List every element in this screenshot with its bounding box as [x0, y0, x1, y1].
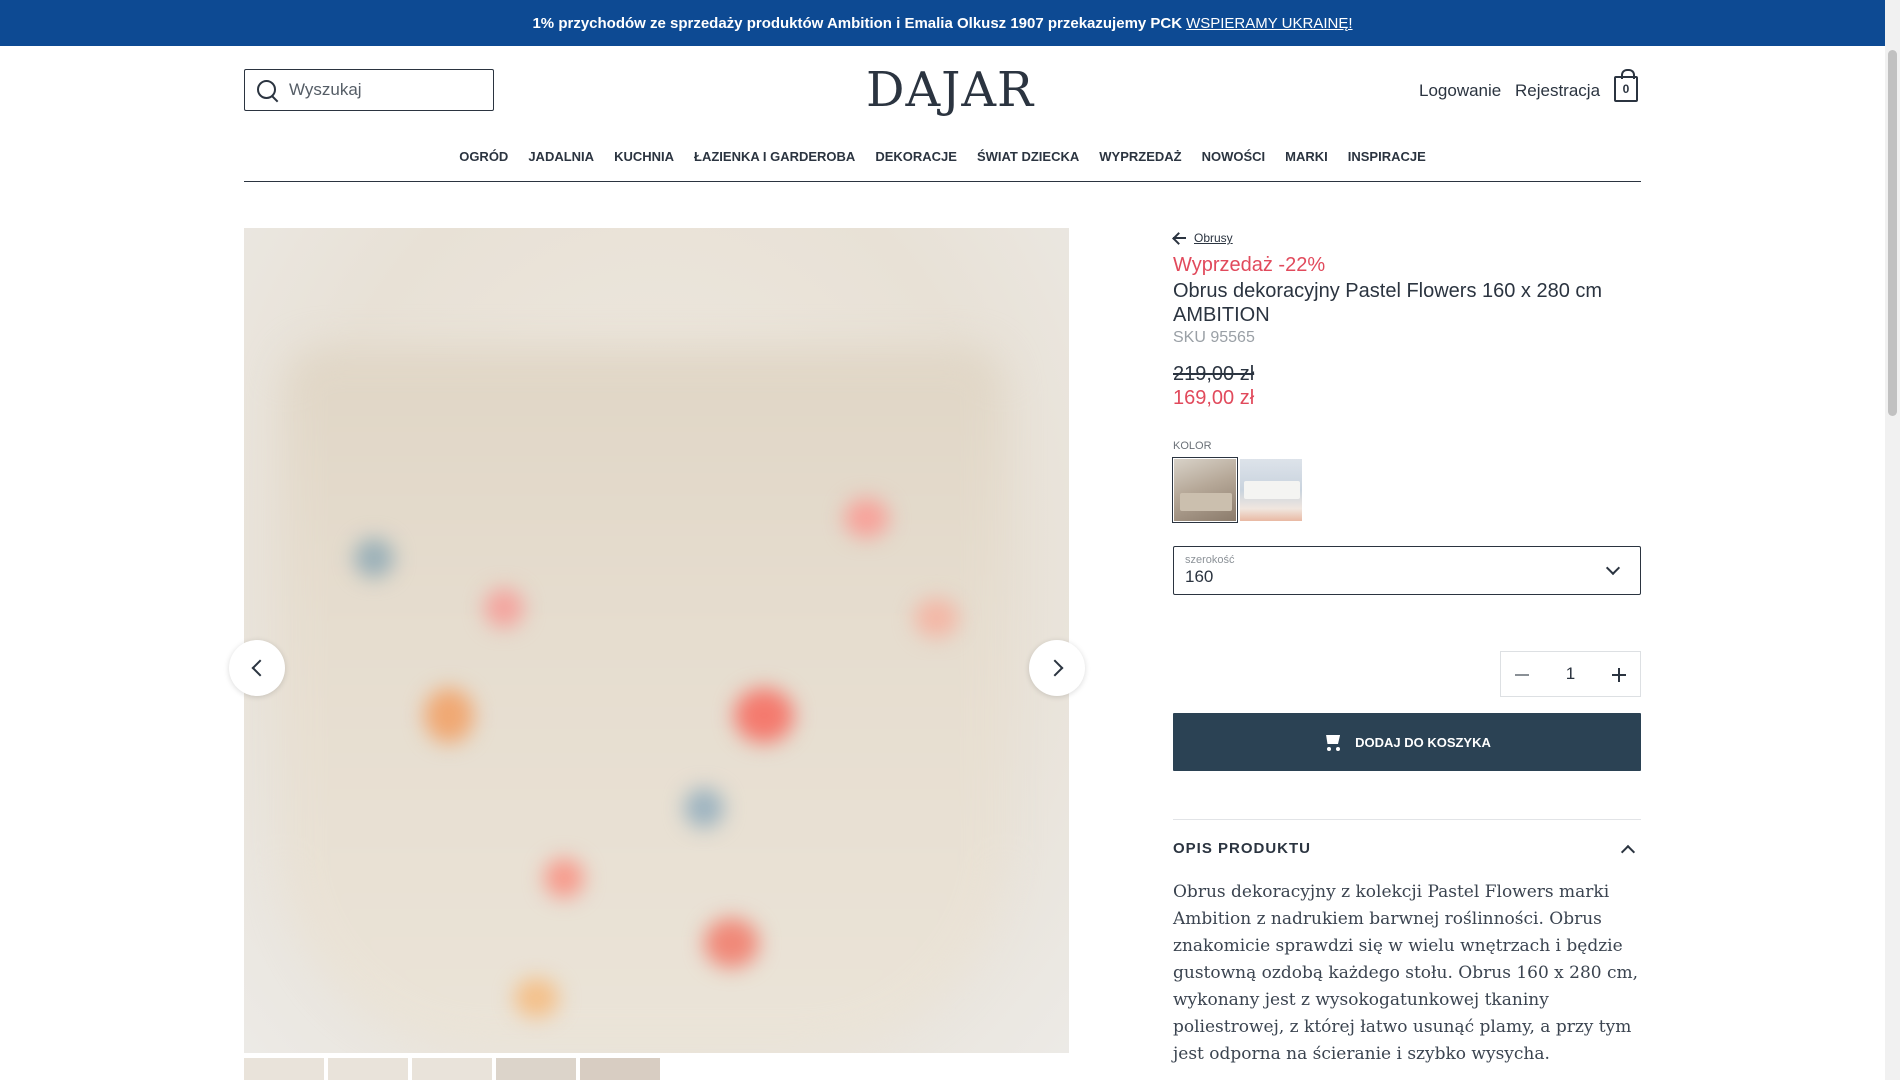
plus-icon[interactable] — [1600, 652, 1640, 696]
cart-count: 0 — [1622, 82, 1630, 96]
thumbnail[interactable] — [580, 1058, 660, 1080]
color-swatch[interactable] — [1172, 457, 1238, 523]
flower-blob — [354, 538, 394, 578]
nav-item-nowosci[interactable]: NOWOŚCI — [1192, 148, 1276, 181]
gallery-next-button[interactable] — [1029, 640, 1085, 696]
flower-blob — [484, 588, 524, 628]
cart-icon[interactable]: 0 — [1614, 69, 1638, 102]
chevron-up-icon — [1620, 844, 1636, 859]
breadcrumb: Obrusy — [1173, 228, 1641, 248]
search-box[interactable] — [244, 69, 494, 111]
promo-bar: 1% przychodów ze sprzedaży produktów Amb… — [0, 0, 1885, 46]
flower-blob — [424, 688, 474, 743]
tablecloth-shape — [284, 348, 1004, 1048]
flower-blob — [704, 918, 759, 968]
flower-blob — [734, 688, 794, 743]
width-value: 160 — [1185, 567, 1214, 586]
flower-blob — [844, 498, 889, 538]
product-info: Obrusy Wyprzedaż -22% Obrus dekoracyjny … — [1172, 228, 1641, 1068]
shopping-cart-icon — [1323, 733, 1343, 751]
minus-icon[interactable] — [1501, 652, 1541, 696]
product-title: Obrus dekoracyjny Pastel Flowers 160 x 2… — [1173, 280, 1603, 326]
thumbnail[interactable] — [412, 1058, 492, 1080]
chevron-left-icon — [251, 659, 268, 677]
chevron-down-icon — [1605, 560, 1621, 576]
logo[interactable]: DAJAR — [866, 62, 1034, 118]
chevron-right-icon — [1046, 659, 1063, 677]
product-image[interactable] — [244, 228, 1069, 1053]
sale-label: Wyprzedaż -22% — [1173, 254, 1326, 276]
color-label: KOLOR — [1173, 440, 1212, 452]
nav-item-swiat-dziecka[interactable]: ŚWIAT DZIECKA — [967, 148, 1089, 181]
width-select[interactable]: szerokość 160 — [1173, 546, 1641, 595]
breadcrumb-link[interactable]: Obrusy — [1194, 231, 1233, 245]
promo-text: 1% przychodów ze sprzedaży produktów Amb… — [532, 14, 1183, 32]
color-swatch[interactable] — [1239, 458, 1303, 522]
thumbnail[interactable] — [328, 1058, 408, 1080]
thumbnail[interactable] — [496, 1058, 576, 1080]
flower-blob — [914, 598, 959, 638]
old-price: 219,00 zł — [1173, 363, 1255, 385]
product-description: Obrus dekoracyjny z kolekcji Pastel Flow… — [1173, 882, 1639, 1064]
nav-item-dekoracje[interactable]: DEKORACJE — [865, 148, 967, 181]
quantity-value[interactable]: 1 — [1566, 664, 1575, 684]
nav-item-wyprzedaz[interactable]: WYPRZEDAŻ — [1089, 148, 1191, 181]
promo-link[interactable]: WSPIERAMY UKRAINĘ! — [1186, 15, 1352, 32]
quantity-stepper: 1 — [1500, 651, 1641, 697]
search-input[interactable] — [289, 80, 479, 100]
scrollbar-thumb[interactable] — [1888, 50, 1897, 416]
gallery-prev-button[interactable] — [229, 640, 285, 696]
flower-blob — [684, 788, 724, 828]
nav-item-jadalnia[interactable]: JADALNIA — [518, 148, 604, 181]
login-link[interactable]: Logowanie — [1419, 81, 1501, 101]
arrow-left-icon[interactable] — [1173, 233, 1187, 243]
color-swatches — [1172, 457, 1641, 523]
description-title: OPIS PRODUKTU — [1173, 840, 1312, 857]
nav-item-inspiracje[interactable]: INSPIRACJE — [1338, 148, 1436, 181]
width-label: szerokość — [1185, 554, 1235, 566]
thumbnail-strip — [244, 1058, 660, 1080]
nav-item-lazienka[interactable]: ŁAZIENKA I GARDEROBA — [684, 148, 865, 181]
add-to-cart-label: DODAJ DO KOSZYKA — [1355, 734, 1491, 750]
scrollbar[interactable] — [1885, 0, 1900, 1080]
flower-blob — [514, 978, 559, 1018]
product-sku: SKU 95565 — [1173, 329, 1255, 346]
add-to-cart-button[interactable]: DODAJ DO KOSZYKA — [1173, 713, 1641, 771]
register-link[interactable]: Rejestracja — [1515, 81, 1600, 101]
nav-item-marki[interactable]: MARKI — [1275, 148, 1338, 181]
nav-item-kuchnia[interactable]: KUCHNIA — [604, 148, 684, 181]
nav-item-ogrod[interactable]: OGRÓD — [449, 148, 518, 181]
new-price: 169,00 zł — [1173, 387, 1255, 409]
thumbnail[interactable] — [244, 1058, 324, 1080]
description-toggle[interactable]: OPIS PRODUKTU — [1173, 819, 1641, 859]
search-icon[interactable] — [255, 77, 281, 103]
main-nav: OGRÓD JADALNIA KUCHNIA ŁAZIENKA I GARDER… — [244, 148, 1641, 182]
flower-blob — [544, 858, 584, 898]
